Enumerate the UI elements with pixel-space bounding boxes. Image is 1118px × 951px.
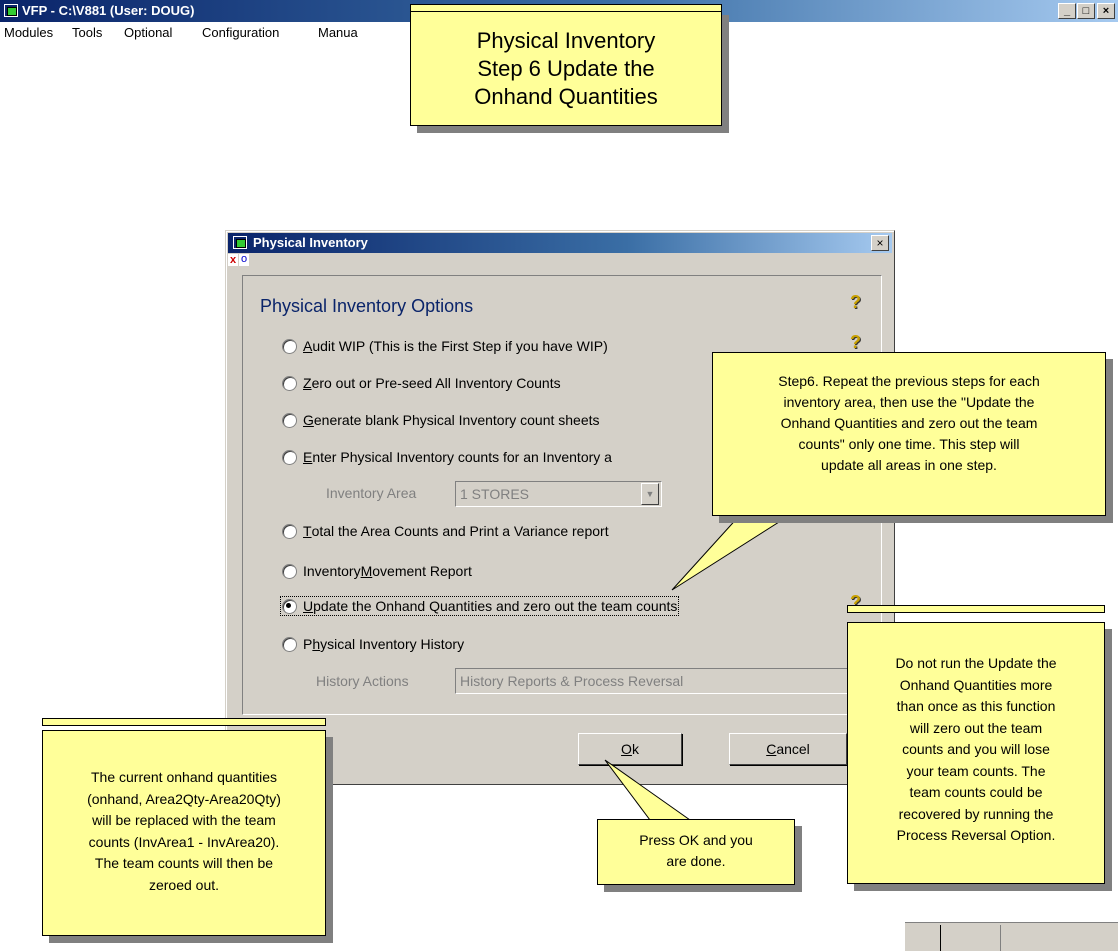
toolbar-close-icon[interactable]: x — [228, 254, 238, 266]
cancel-button[interactable]: Cancel — [729, 733, 847, 765]
help-icon-audit[interactable]: ? — [850, 332, 861, 353]
app-icon — [4, 4, 18, 17]
status-divider — [940, 925, 941, 951]
menu-optional[interactable]: Optional — [124, 25, 172, 40]
option-generate-sheets[interactable]: Generate blank Physical Inventory count … — [282, 412, 600, 428]
step6-callout: Step6. Repeat the previous steps for eac… — [712, 352, 1106, 516]
radio-total-area-counts[interactable] — [282, 523, 297, 539]
panel-heading: Physical Inventory Options — [260, 296, 474, 316]
current-quantities-callout: The current onhand quantities (onhand, A… — [42, 730, 326, 936]
help-icon[interactable]: ? — [850, 292, 861, 313]
option-enter-counts[interactable]: Enter Physical Inventory counts for an I… — [282, 449, 612, 465]
dialog-title: Physical Inventory — [253, 235, 368, 250]
radio-generate-sheets[interactable] — [282, 412, 297, 428]
maximize-button[interactable]: □ — [1077, 3, 1095, 19]
title-line-2: Step 6 Update the — [477, 56, 655, 81]
menu-modules[interactable]: Modules — [4, 25, 53, 40]
radio-update-onhand[interactable] — [282, 598, 297, 614]
toolbar-options-icon[interactable]: o — [239, 254, 249, 266]
inventory-area-dropdown-icon[interactable]: ▼ — [641, 483, 659, 505]
menu-configuration[interactable]: Configuration — [202, 25, 279, 40]
inventory-area-label: Inventory Area — [326, 485, 417, 501]
radio-history[interactable] — [282, 636, 297, 652]
dialog-close-button[interactable]: × — [871, 235, 889, 251]
minimize-button[interactable]: _ — [1058, 3, 1076, 19]
warning-callout: Do not run the Update the Onhand Quantit… — [847, 622, 1105, 884]
radio-movement-report[interactable] — [282, 563, 297, 579]
option-audit-wip[interactable]: Audit WIP (This is the First Step if you… — [282, 338, 608, 354]
radio-zero-out[interactable] — [282, 375, 297, 391]
title-line-3: Onhand Quantities — [474, 84, 658, 109]
option-update-onhand[interactable]: Update the Onhand Quantities and zero ou… — [279, 596, 680, 616]
title-callout: Physical Inventory Step 6 Update the Onh… — [410, 8, 722, 126]
title-line-1: Physical Inventory — [476, 28, 656, 53]
option-movement-report[interactable]: Inventory Movement Report — [282, 563, 472, 579]
option-history[interactable]: Ph ysical Inventory History — [282, 636, 464, 652]
menu-manual[interactable]: Manua — [318, 25, 358, 40]
main-window-title: VFP - C:\V881 (User: DOUG) — [22, 3, 195, 18]
warning-callout-bar — [847, 605, 1105, 613]
title-callout-bar — [410, 4, 722, 12]
status-divider — [1000, 925, 1001, 951]
history-actions-select[interactable]: History Reports & Process Reversal — [455, 668, 850, 694]
option-zero-out[interactable]: Zero out or Pre-seed All Inventory Count… — [282, 375, 561, 391]
radio-enter-counts[interactable] — [282, 449, 297, 465]
current-quantities-callout-bar — [42, 718, 326, 726]
option-total-area-counts[interactable]: Total the Area Counts and Print a Varian… — [282, 523, 609, 539]
menu-tools[interactable]: Tools — [72, 25, 102, 40]
close-button[interactable]: × — [1097, 3, 1115, 19]
ok-button[interactable]: Ok — [578, 733, 682, 765]
radio-audit-wip[interactable] — [282, 338, 297, 354]
dialog-icon — [233, 236, 247, 249]
status-bar — [905, 922, 1118, 951]
history-actions-label: History Actions — [316, 673, 409, 689]
inventory-area-select[interactable]: 1 STORES — [455, 481, 662, 507]
ok-note-callout: Press OK and you are done. — [597, 819, 795, 885]
